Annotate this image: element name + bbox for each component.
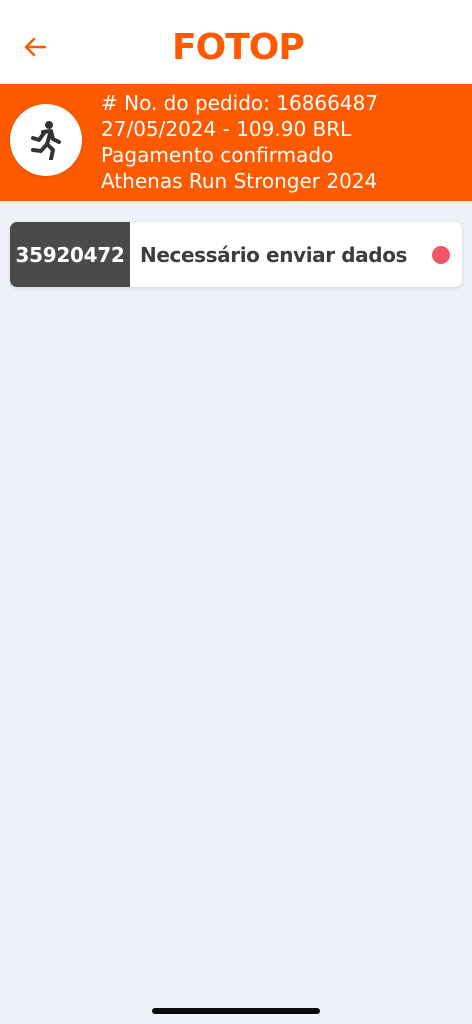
home-indicator bbox=[152, 1008, 320, 1014]
event-name: Athenas Run Stronger 2024 bbox=[101, 169, 378, 193]
arrow-left-icon bbox=[24, 37, 46, 57]
fotop-logo: FOTOP bbox=[172, 27, 305, 68]
item-id: 35920472 bbox=[10, 222, 130, 287]
back-button[interactable] bbox=[18, 30, 52, 64]
app-screen: FOTOP # No. do pedido: 16866487 27/05/20… bbox=[0, 0, 472, 1024]
runner-icon bbox=[31, 121, 61, 160]
payment-status: Pagamento confirmado bbox=[101, 143, 334, 167]
top-bar: FOTOP bbox=[0, 0, 472, 84]
logo-text: FOTOP bbox=[172, 27, 305, 68]
order-date-amount: 27/05/2024 - 109.90 BRL bbox=[101, 117, 352, 141]
order-number: # No. do pedido: 16866487 bbox=[101, 91, 379, 115]
order-banner: # No. do pedido: 16866487 27/05/2024 - 1… bbox=[0, 84, 472, 201]
order-item-card[interactable]: 35920472 Necessário enviar dados bbox=[10, 222, 462, 287]
runner-avatar bbox=[10, 104, 82, 176]
item-status: Necessário enviar dados bbox=[140, 242, 408, 267]
status-dot-icon bbox=[432, 245, 450, 264]
order-info: # No. do pedido: 16866487 27/05/2024 - 1… bbox=[101, 90, 378, 194]
